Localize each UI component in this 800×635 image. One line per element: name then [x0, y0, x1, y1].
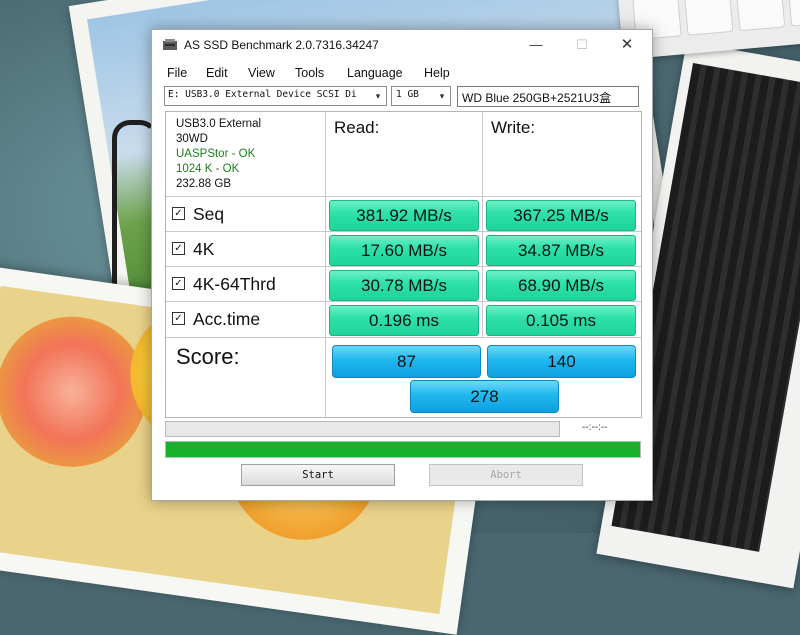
drive-model: USB3.0 External: [176, 118, 262, 130]
write-header: Write:: [491, 118, 536, 137]
abort-button[interactable]: Abort: [429, 464, 583, 486]
seq-read-value: 381.92 MB/s: [329, 200, 479, 231]
menu-bar: File Edit View Tools Language Help: [152, 63, 652, 83]
menu-file[interactable]: File: [167, 66, 187, 80]
overall-progress-fill: [166, 442, 640, 457]
chevron-down-icon: ▾: [375, 91, 381, 101]
4k64-write-value: 68.90 MB/s: [486, 270, 636, 301]
elapsed-time: --:--:--: [582, 422, 608, 433]
row-4k-label[interactable]: ✓ 4K: [172, 234, 214, 264]
menu-view[interactable]: View: [248, 66, 275, 80]
title-bar[interactable]: AS SSD Benchmark 2.0.7316.34247 — ☐ ✕: [152, 30, 652, 61]
chevron-down-icon: ▾: [439, 91, 445, 101]
drive-capacity: 232.88 GB: [176, 178, 231, 190]
drive-firmware: 30WD: [176, 133, 208, 145]
menu-edit[interactable]: Edit: [206, 66, 228, 80]
window-title: AS SSD Benchmark 2.0.7316.34247: [184, 38, 379, 52]
menu-language[interactable]: Language: [347, 66, 403, 80]
acctime-write-value: 0.105 ms: [486, 305, 636, 336]
acctime-read-value: 0.196 ms: [329, 305, 479, 336]
seq-write-value: 367.25 MB/s: [486, 200, 636, 231]
drive-select[interactable]: E: USB3.0 External Device SCSI Di ▾: [164, 86, 387, 106]
checkmark-icon[interactable]: ✓: [172, 311, 185, 325]
checkmark-icon[interactable]: ✓: [172, 276, 185, 290]
size-select[interactable]: 1 GB ▾: [391, 86, 451, 106]
drive-name-field[interactable]: WD Blue 250GB+2521U3盒: [457, 86, 639, 107]
row-seq-text: Seq: [193, 204, 225, 224]
read-header: Read:: [334, 118, 380, 137]
drive-select-value: E: USB3.0 External Device SCSI Di: [168, 89, 357, 100]
row-4k64-label[interactable]: ✓ 4K-64Thrd: [172, 269, 276, 299]
4k64-read-value: 30.78 MB/s: [329, 270, 479, 301]
driver-status: UASPStor - OK: [176, 148, 256, 160]
test-progress-bar: [165, 421, 560, 437]
menu-help[interactable]: Help: [424, 66, 450, 80]
drive-name-value: WD Blue 250GB+2521U3盒: [462, 91, 612, 105]
score-write: 140: [487, 345, 636, 378]
results-grid: USB3.0 External 30WD UASPStor - OK 1024 …: [165, 111, 642, 418]
start-button[interactable]: Start: [241, 464, 395, 486]
checkmark-icon[interactable]: ✓: [172, 241, 185, 255]
4k-read-value: 17.60 MB/s: [329, 235, 479, 266]
app-icon: [163, 39, 177, 50]
row-acctime-label[interactable]: ✓ Acc.time: [172, 304, 260, 334]
checkmark-icon[interactable]: ✓: [172, 206, 185, 220]
score-total: 278: [410, 380, 559, 413]
close-button[interactable]: ✕: [604, 30, 650, 60]
drive-info: USB3.0 External 30WD UASPStor - OK 1024 …: [176, 117, 261, 192]
row-4k64-text: 4K-64Thrd: [193, 274, 276, 294]
row-4k-text: 4K: [193, 239, 215, 259]
row-acctime-text: Acc.time: [193, 309, 261, 329]
menu-tools[interactable]: Tools: [295, 66, 324, 80]
score-label: Score:: [176, 344, 240, 369]
maximize-button[interactable]: ☐: [559, 30, 605, 60]
app-window: AS SSD Benchmark 2.0.7316.34247 — ☐ ✕ Fi…: [151, 29, 653, 501]
minimize-button[interactable]: —: [513, 30, 559, 60]
alignment-status: 1024 K - OK: [176, 163, 240, 175]
row-seq-label[interactable]: ✓ Seq: [172, 199, 224, 229]
overall-progress-bar: [165, 441, 641, 458]
4k-write-value: 34.87 MB/s: [486, 235, 636, 266]
score-read: 87: [332, 345, 481, 378]
size-select-value: 1 GB: [396, 89, 419, 100]
